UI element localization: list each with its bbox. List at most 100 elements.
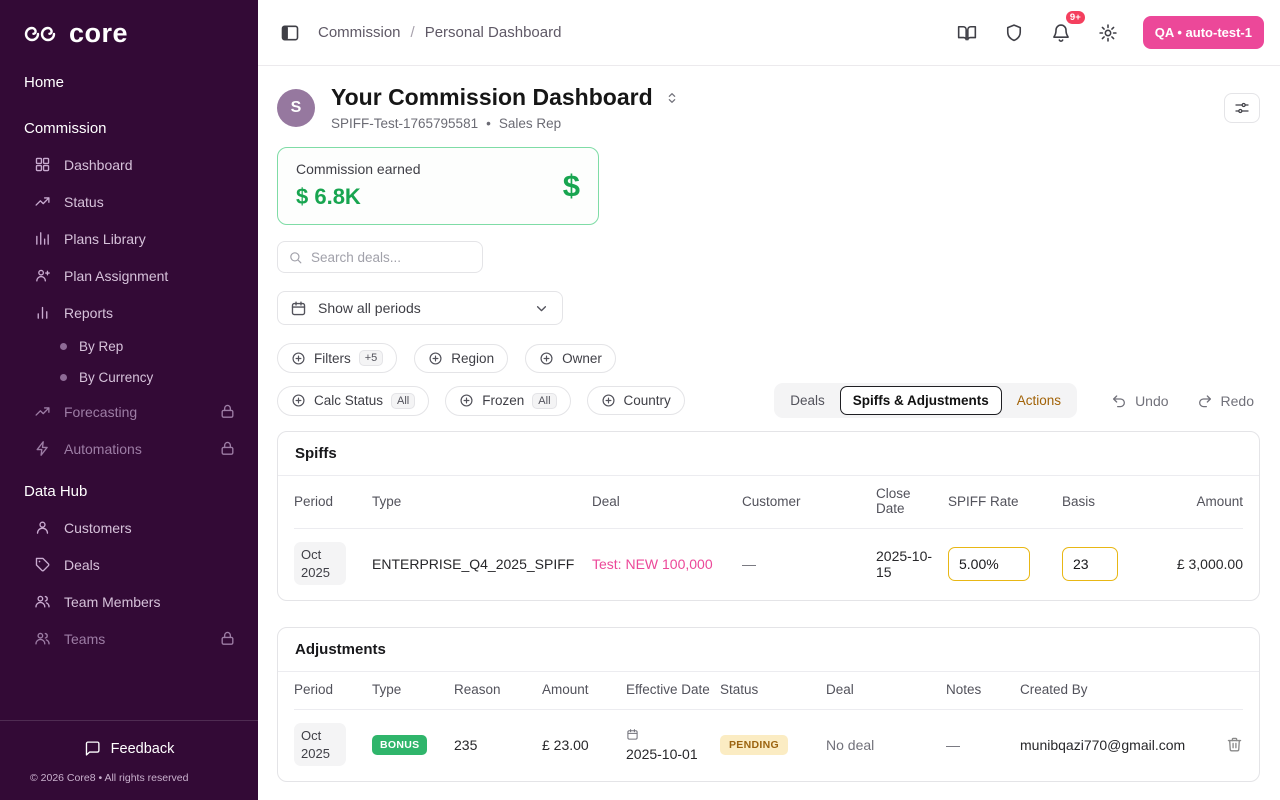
frozen-label: Frozen: [482, 393, 524, 408]
dashboard-grid-icon: [34, 156, 51, 173]
status-badge: PENDING: [720, 735, 788, 755]
delete-adjustment-button[interactable]: [1209, 736, 1243, 753]
breadcrumb-personal-dashboard[interactable]: Personal Dashboard: [425, 24, 562, 41]
sidebar-toggle-button[interactable]: [274, 17, 306, 49]
redo-button[interactable]: Redo: [1191, 387, 1260, 415]
owner-filter-button[interactable]: Owner: [525, 344, 616, 373]
tab-spiffs-adjustments[interactable]: Spiffs & Adjustments: [840, 386, 1002, 415]
sidebar-item-reports[interactable]: Reports: [0, 294, 258, 331]
col-reason: Reason: [454, 682, 534, 697]
sidebar-item-deals[interactable]: Deals: [0, 546, 258, 583]
settings-button[interactable]: [1092, 17, 1124, 49]
title-wrap: Your Commission Dashboard SPIFF-Test-176…: [331, 84, 680, 131]
spiff-type-cell: ENTERPRISE_Q4_2025_SPIFF: [372, 556, 584, 572]
frozen-filter-button[interactable]: Frozen All: [445, 386, 570, 416]
close-date-cell: 2025-10-15: [876, 548, 940, 580]
sidebar-item-plans-library[interactable]: Plans Library: [0, 220, 258, 257]
redo-icon: [1197, 393, 1213, 409]
sidebar-item-label: Plans Library: [64, 231, 146, 247]
view-tabs: Deals Spiffs & Adjustments Actions: [774, 383, 1077, 418]
sidebar-item-label: Customers: [64, 520, 132, 536]
sidebar-item-teams[interactable]: Teams: [0, 620, 258, 657]
breadcrumb-commission[interactable]: Commission: [318, 24, 401, 41]
main-area: Commission / Personal Dashboard 9+ QA • …: [258, 0, 1280, 800]
logo-text: core: [69, 18, 128, 49]
notifications-button[interactable]: 9+: [1045, 17, 1077, 49]
security-button[interactable]: [998, 17, 1030, 49]
plus-circle-icon: [291, 351, 306, 366]
owner-filter-label: Owner: [562, 351, 602, 366]
sidebar-item-team-members[interactable]: Team Members: [0, 583, 258, 620]
tab-deals[interactable]: Deals: [777, 386, 838, 415]
bullet-icon: [60, 374, 67, 381]
sidebar-nav: Home Commission Dashboard Status Plans L…: [0, 59, 258, 720]
lock-icon: [219, 630, 236, 647]
col-status: Status: [720, 682, 818, 697]
adjustments-card: Adjustments Period Type Reason Amount Ef…: [277, 627, 1260, 782]
sidebar-item-by-rep[interactable]: By Rep: [0, 331, 258, 362]
feedback-button[interactable]: Feedback: [0, 731, 258, 766]
spiff-rate-input[interactable]: [948, 547, 1030, 581]
sidebar-item-label: Status: [64, 194, 104, 210]
dashboard-settings-button[interactable]: [1224, 93, 1260, 123]
col-spiff-rate: SPIFF Rate: [948, 494, 1054, 509]
commission-earned-label: Commission earned: [296, 161, 421, 177]
calc-status-label: Calc Status: [314, 393, 383, 408]
message-square-icon: [84, 740, 101, 757]
country-filter-button[interactable]: Country: [587, 386, 685, 415]
effective-date-value: 2025-10-01: [626, 746, 698, 762]
sidebar-item-label: Plan Assignment: [64, 268, 168, 284]
basis-input[interactable]: [1062, 547, 1118, 581]
undo-icon: [1111, 393, 1127, 409]
docs-button[interactable]: [951, 17, 983, 49]
logo: core: [0, 0, 258, 59]
col-created-by: Created By: [1020, 682, 1201, 697]
col-amount: Amount: [1174, 494, 1243, 509]
undo-button[interactable]: Undo: [1105, 387, 1174, 415]
environment-badge[interactable]: QA • auto-test-1: [1143, 16, 1264, 49]
customer-cell: —: [742, 556, 868, 572]
sidebar-item-plan-assignment[interactable]: Plan Assignment: [0, 257, 258, 294]
trending-up-icon: [34, 193, 51, 210]
sidebar-section-data-hub[interactable]: Data Hub: [0, 467, 258, 509]
page-header: S Your Commission Dashboard SPIFF-Test-1…: [277, 66, 1260, 145]
filters-button[interactable]: Filters +5: [277, 343, 397, 373]
sidebar-item-forecasting[interactable]: Forecasting: [0, 393, 258, 430]
sidebar: core Home Commission Dashboard Status Pl…: [0, 0, 258, 800]
country-filter-label: Country: [624, 393, 671, 408]
sidebar-item-dashboard[interactable]: Dashboard: [0, 146, 258, 183]
adjustments-title: Adjustments: [278, 628, 1259, 672]
sidebar-item-home[interactable]: Home: [0, 61, 258, 104]
book-open-icon: [957, 23, 977, 43]
deal-cell: No deal: [826, 737, 938, 753]
topbar: Commission / Personal Dashboard 9+ QA • …: [258, 0, 1280, 66]
amount-cell: £ 3,000.00: [1174, 556, 1243, 572]
avatar: S: [277, 89, 315, 127]
copyright-text: © 2026 Core8 • All rights reserved: [0, 766, 258, 794]
calendar-icon: [626, 728, 639, 741]
sidebar-section-commission[interactable]: Commission: [0, 104, 258, 146]
sidebar-item-customers[interactable]: Customers: [0, 509, 258, 546]
dashboard-switcher-button[interactable]: [664, 90, 680, 106]
period-select[interactable]: Show all periods: [277, 291, 563, 325]
search-icon: [288, 250, 303, 265]
subtitle-dot: •: [486, 116, 491, 131]
tab-actions[interactable]: Actions: [1004, 386, 1074, 415]
spiffs-table-row: Oct 2025 ENTERPRISE_Q4_2025_SPIFF Test: …: [294, 529, 1243, 600]
calc-status-filter-button[interactable]: Calc Status All: [277, 386, 429, 416]
commission-earned-value: $ 6.8K: [296, 184, 421, 210]
calc-status-value-badge: All: [391, 393, 415, 409]
user-icon: [34, 519, 51, 536]
region-filter-button[interactable]: Region: [414, 344, 508, 373]
bars-icon: [34, 230, 51, 247]
created-by-cell: munibqazi770@gmail.com: [1020, 737, 1201, 753]
sidebar-item-automations[interactable]: Automations: [0, 430, 258, 467]
zap-icon: [34, 440, 51, 457]
col-effective-date: Effective Date: [626, 682, 712, 697]
panel-left-icon: [280, 23, 300, 43]
sidebar-item-by-currency[interactable]: By Currency: [0, 362, 258, 393]
sidebar-item-status[interactable]: Status: [0, 183, 258, 220]
sidebar-item-label: Forecasting: [64, 404, 137, 420]
deal-link[interactable]: Test: NEW 100,000: [592, 556, 734, 572]
search-input[interactable]: [311, 250, 472, 265]
